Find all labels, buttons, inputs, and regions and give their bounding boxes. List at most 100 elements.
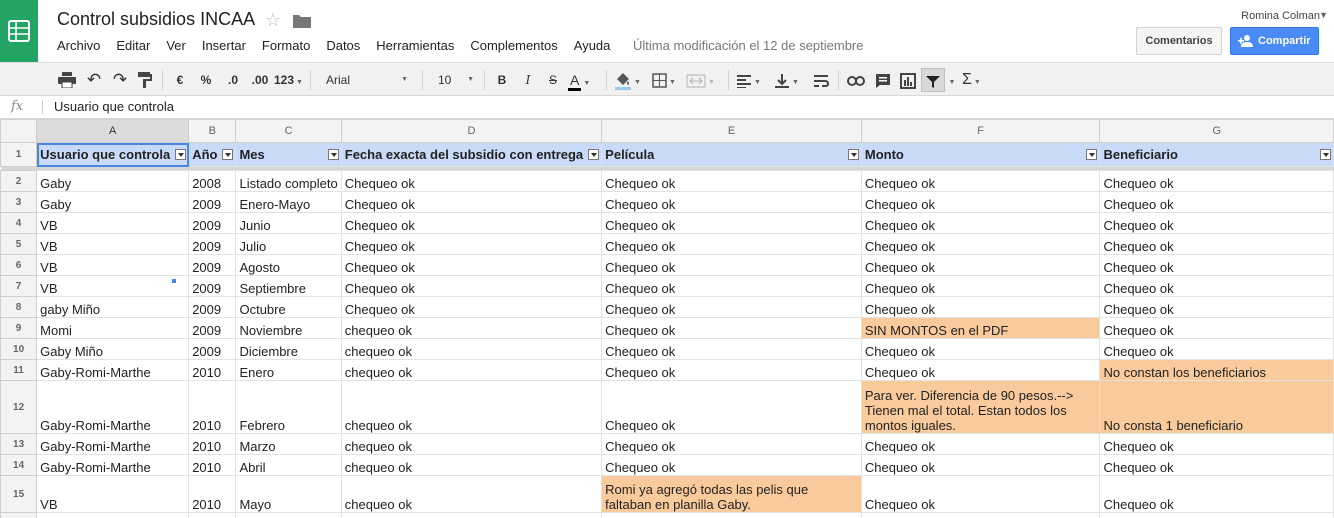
row-header[interactable]: 11 [0, 359, 38, 381]
share-button[interactable]: Compartir [1230, 27, 1319, 55]
menu-complementos[interactable]: Complementos [470, 38, 557, 53]
row-header[interactable]: 2 [0, 170, 38, 192]
undo-icon[interactable]: ↶ [84, 68, 104, 92]
row-header[interactable]: 6 [0, 254, 38, 276]
grid-cell[interactable]: Chequeo ok [1099, 454, 1334, 476]
insert-chart-button[interactable] [897, 68, 919, 92]
header-cell[interactable]: Año [188, 142, 237, 167]
grid-cell[interactable]: Chequeo ok [860, 170, 1101, 192]
row-header[interactable]: 16 [0, 512, 38, 518]
grid-cell[interactable]: chequeo ok [340, 359, 603, 381]
grid-cell[interactable]: chequeo ok [340, 512, 603, 518]
grid-cell[interactable]: Octubre [235, 296, 342, 318]
grid-cell[interactable]: 2008 [188, 170, 237, 192]
grid-cell[interactable]: Chequeo ok [340, 170, 603, 192]
grid-cell[interactable]: No constan los beneficiarios [1099, 359, 1334, 381]
folder-icon[interactable] [293, 14, 311, 28]
grid-cell[interactable]: 2010 [188, 512, 237, 518]
grid-cell[interactable]: Chequeo ok [1099, 296, 1334, 318]
filter-dropdown-icon[interactable] [222, 149, 234, 160]
grid-cell[interactable]: Septiembre [235, 275, 342, 297]
grid-cell[interactable]: 2009 [188, 275, 237, 297]
grid-cell[interactable]: 2010 [188, 433, 237, 455]
grid-cell[interactable]: Chequeo ok [1099, 254, 1334, 276]
column-header-e[interactable]: E [601, 119, 862, 143]
menu-ayuda[interactable]: Ayuda [574, 38, 611, 53]
grid-cell[interactable]: VB [36, 212, 190, 234]
row-header[interactable]: 7 [0, 275, 38, 297]
grid-cell[interactable]: Romi ya agregó todas las pelis que falta… [601, 475, 862, 513]
grid-cell[interactable]: chequeo ok [340, 380, 603, 434]
row-header[interactable]: 15 [0, 475, 38, 513]
vertical-align-dropdown[interactable]: ▼ [774, 68, 806, 92]
grid-cell[interactable]: 2010 [188, 359, 237, 381]
grid-cell[interactable]: Mayo [235, 475, 342, 513]
header-cell[interactable]: Fecha exacta del subsidio con entrega [340, 142, 603, 167]
font-size-dropdown[interactable]: 10 ▼ [432, 68, 476, 92]
grid-cell[interactable]: Agosto [235, 254, 342, 276]
grid-cell[interactable]: Gaby-Romi-Marthe [36, 433, 190, 455]
account-name[interactable]: Romina Colman [1241, 10, 1320, 22]
grid-cell[interactable]: Chequeo ok [601, 275, 862, 297]
row-header[interactable]: 13 [0, 433, 38, 455]
fill-color-dropdown[interactable]: ▼ [614, 68, 644, 92]
grid-cell[interactable]: Chequeo ok [860, 275, 1101, 297]
grid-cell[interactable]: Chequeo ok [601, 233, 862, 255]
grid-cell[interactable]: SIN MONTOS en el PDF [860, 317, 1101, 339]
menu-ver[interactable]: Ver [166, 38, 186, 53]
grid-cell[interactable]: Junio [235, 212, 342, 234]
grid-cell[interactable]: 2010 [188, 475, 237, 513]
grid-cell[interactable]: chequeo ok [340, 475, 603, 513]
grid-cell[interactable]: 2010 [188, 454, 237, 476]
column-header-b[interactable]: B [188, 119, 237, 143]
grid-cell[interactable]: Gaby [36, 191, 190, 213]
header-cell[interactable]: Película [601, 142, 862, 167]
row-header[interactable]: 12 [0, 380, 38, 434]
header-cell[interactable]: Monto [860, 142, 1101, 167]
grid-cell[interactable]: Gaby [36, 170, 190, 192]
grid-cell[interactable]: Chequeo ok [601, 317, 862, 339]
grid-cell[interactable]: 2009 [188, 338, 237, 360]
grid-cell[interactable]: Chequeo ok [340, 233, 603, 255]
insert-link-button[interactable] [845, 68, 867, 92]
grid-cell[interactable]: Gaby Miño [36, 338, 190, 360]
row-header[interactable]: 8 [0, 296, 38, 318]
grid-cell[interactable]: 2009 [188, 233, 237, 255]
filter-options-caret[interactable]: ▼ [946, 68, 956, 92]
filter-dropdown-icon[interactable] [588, 149, 600, 160]
grid-cell[interactable]: VB [36, 512, 190, 518]
grid-cell[interactable]: Chequeo ok [601, 338, 862, 360]
row-header[interactable]: 9 [0, 317, 38, 339]
grid-cell[interactable]: Chequeo ok [1099, 233, 1334, 255]
document-title[interactable]: Control subsidios INCAA [57, 9, 255, 30]
row-header[interactable]: 1 [0, 142, 38, 167]
grid-cell[interactable]: Chequeo ok [1099, 475, 1334, 513]
row-header[interactable]: 5 [0, 233, 38, 255]
formula-input[interactable]: Usuario que controla [54, 99, 174, 114]
grid-cell[interactable]: Chequeo ok [1099, 338, 1334, 360]
grid-cell[interactable]: Enero-Mayo [235, 191, 342, 213]
filter-button[interactable] [921, 68, 945, 92]
grid-cell[interactable]: Chequeo ok [1099, 317, 1334, 339]
header-cell[interactable]: Mes [235, 142, 342, 167]
grid-cell[interactable]: VB [36, 275, 190, 297]
grid-cell[interactable]: Chequeo ok [860, 254, 1101, 276]
row-header[interactable]: 4 [0, 212, 38, 234]
grid-cell[interactable]: Chequeo ok [601, 296, 862, 318]
selection-fill-handle[interactable] [171, 278, 177, 284]
grid-cell[interactable]: chequeo ok [340, 317, 603, 339]
grid-cell[interactable]: Chequeo ok [860, 296, 1101, 318]
grid-cell[interactable]: Chequeo ok [340, 254, 603, 276]
filter-dropdown-icon[interactable] [1086, 149, 1098, 160]
merge-cells-dropdown[interactable]: ▼ [686, 68, 716, 92]
row-header[interactable]: 10 [0, 338, 38, 360]
grid-cell[interactable]: Chequeo ok [860, 233, 1101, 255]
text-wrap-button[interactable] [810, 68, 832, 92]
grid-cell[interactable]: Noviembre [235, 317, 342, 339]
strikethrough-button[interactable]: S [545, 68, 561, 92]
grid-cell[interactable]: Chequeo ok [860, 454, 1101, 476]
insert-comment-button[interactable] [872, 68, 894, 92]
grid-cell[interactable]: 2010 [188, 380, 237, 434]
grid-cell[interactable]: Chequeo ok [340, 275, 603, 297]
grid-cell[interactable]: Listado completo [235, 170, 342, 192]
